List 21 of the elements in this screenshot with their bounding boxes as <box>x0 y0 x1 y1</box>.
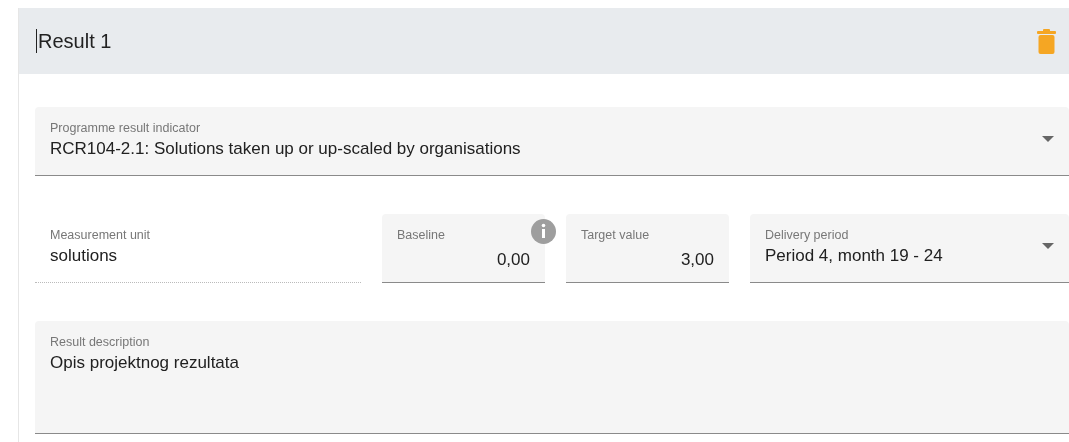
dropdown-field[interactable]: Programme result indicator RCR104-2.1: Solutions taken up or up-scaled by organisations <box>35 107 1069 176</box>
field-label: Result description <box>50 334 151 350</box>
number-field[interactable]: Baseline 0,00 <box>382 214 545 283</box>
field-label: Target value <box>581 227 651 243</box>
number-field[interactable]: Target value 3,00 <box>566 214 729 283</box>
dropdown-arrow-icon[interactable] <box>1042 136 1054 142</box>
field-label: Baseline <box>397 227 446 243</box>
field-label: Delivery period <box>765 227 850 243</box>
field-value: Opis projektnog rezultata <box>50 352 240 374</box>
card-title: Result 1 <box>36 29 112 53</box>
field-value: Period 4, month 19 - 24 <box>765 245 944 267</box>
field-value: RCR104-2.1: Solutions taken up or up-scaled by organisations <box>50 138 522 160</box>
info-icon[interactable] <box>531 219 556 244</box>
dropdown-field[interactable]: Delivery period Period 4, month 19 - 24 <box>750 214 1069 283</box>
text-area[interactable]: Result description Opis projektnog rezultata <box>35 321 1069 434</box>
dropdown-arrow-icon[interactable] <box>1042 243 1054 249</box>
field-value: 3,00 <box>679 249 714 271</box>
field-label: Programme result indicator <box>50 120 202 136</box>
field-value: solutions <box>50 245 119 267</box>
field-label: Measurement unit <box>50 227 152 243</box>
field-value: 0,00 <box>495 249 530 271</box>
